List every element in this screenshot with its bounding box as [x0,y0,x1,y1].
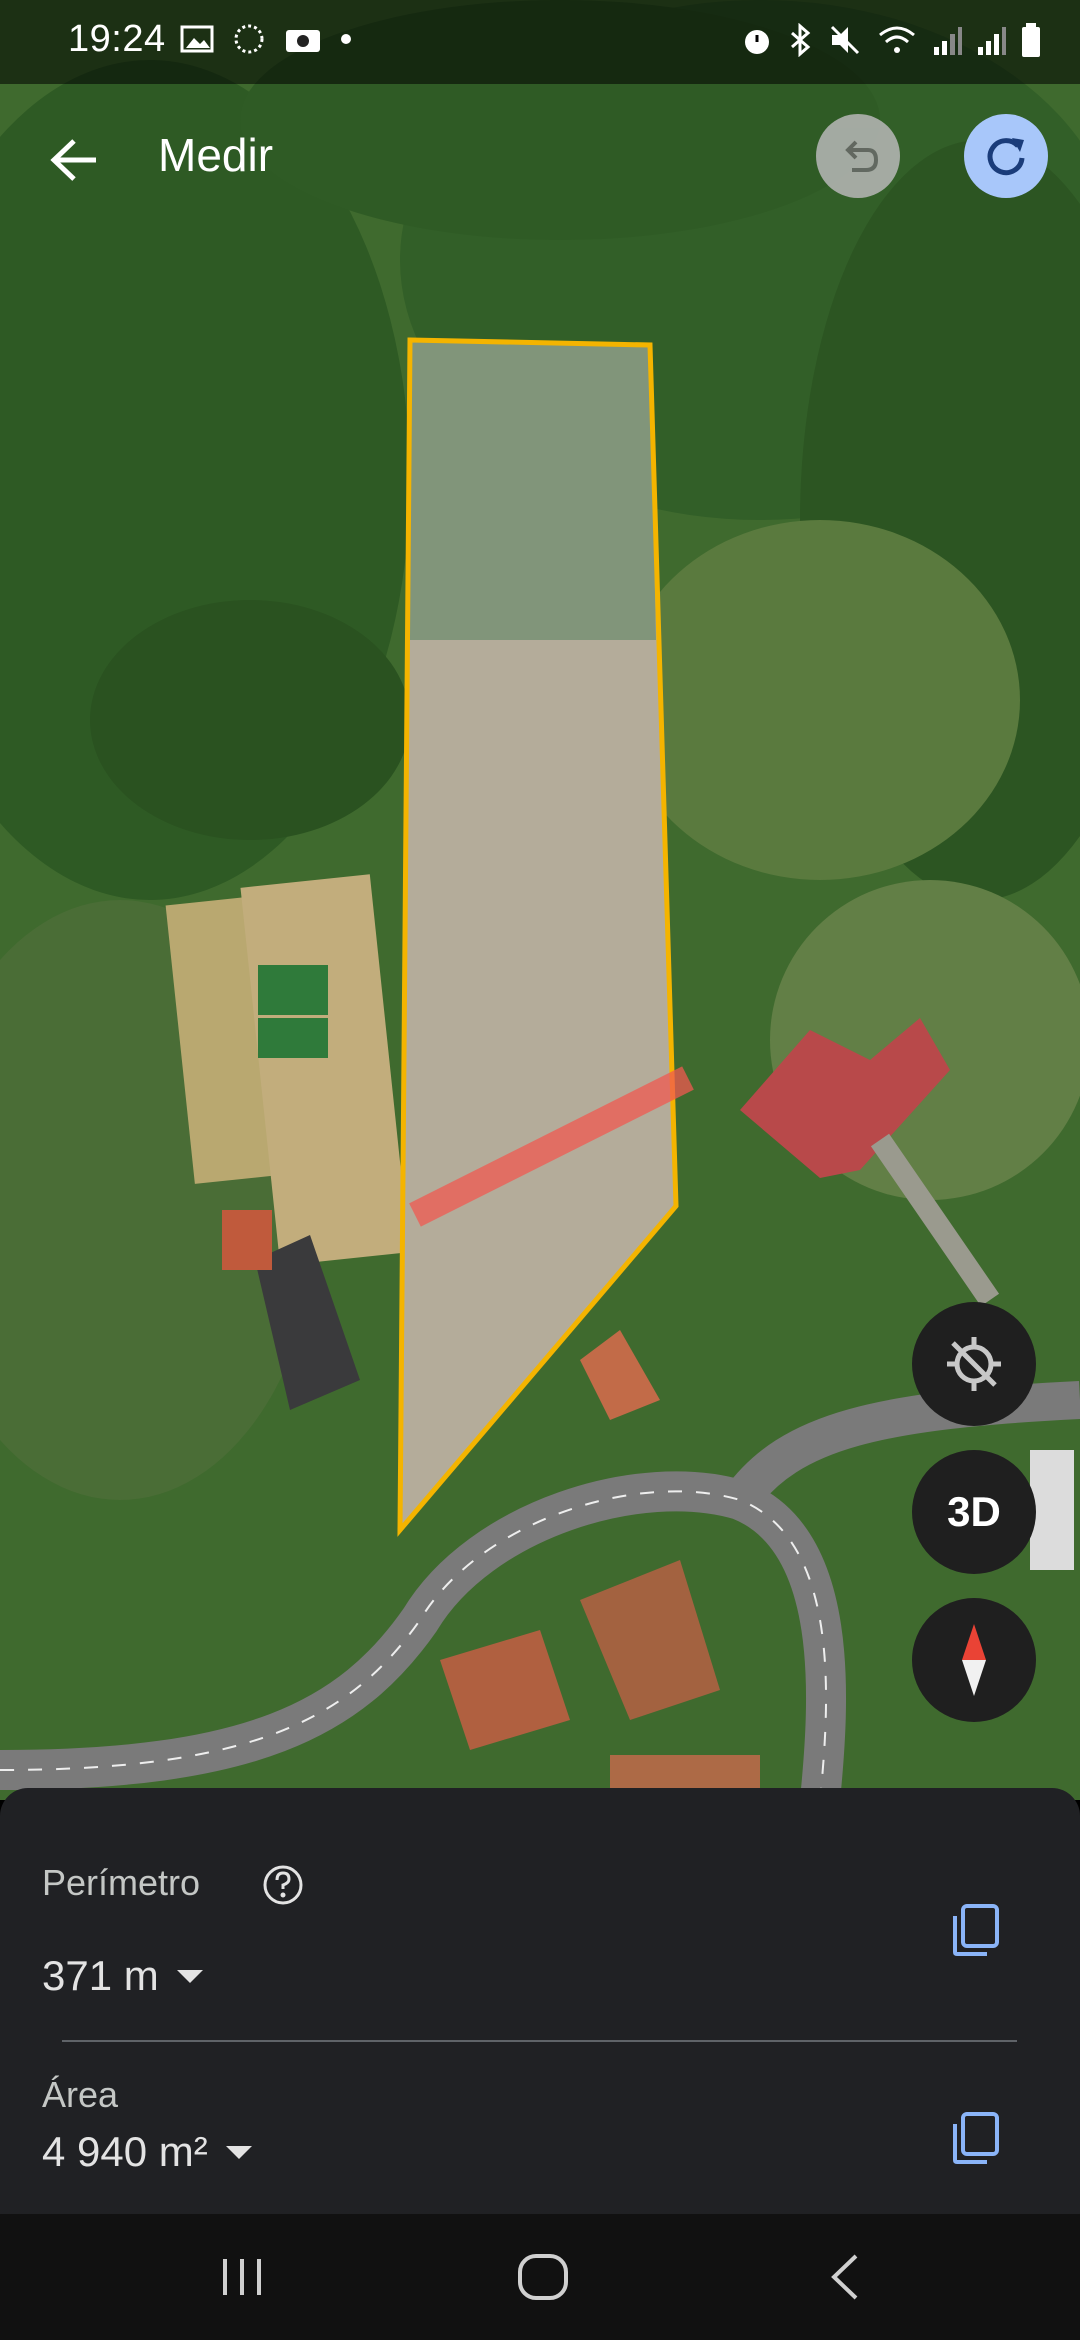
divider [62,2040,1017,2042]
undo-icon [845,140,879,172]
compass-icon [962,1624,986,1696]
back-button[interactable] [40,126,108,194]
area-value: 4 940 m² [42,2128,208,2175]
top-app-bar: Medir [0,84,1080,234]
view-3d-button[interactable]: 3D [912,1450,1036,1574]
location-off-icon [947,1337,1001,1391]
copy-icon [953,1904,999,1956]
status-time: 19:24 [68,18,166,60]
recents-button[interactable] [202,2244,282,2310]
perimeter-value-selector[interactable]: 371 m [42,1952,203,2000]
status-bar: 19:24 [0,0,1080,84]
nav-back-button[interactable] [806,2244,886,2310]
dot-icon [341,34,351,44]
copy-icon [953,2112,999,2164]
help-icon[interactable] [262,1864,304,1906]
page-title: Medir [158,129,274,181]
location-button[interactable] [912,1302,1036,1426]
mute-icon [830,25,860,55]
compass-button[interactable] [912,1598,1036,1722]
home-icon [518,2254,568,2300]
copy-perimeter-button[interactable] [943,1898,1007,1962]
loading-icon [234,24,264,54]
gallery-icon [180,25,214,53]
area-value-selector[interactable]: 4 940 m² [42,2128,252,2176]
wifi-icon [879,26,915,53]
copy-area-button[interactable] [943,2106,1007,2170]
signal-icon [978,27,1006,55]
area-label: Área [42,2074,119,2115]
perimeter-value: 371 m [42,1952,159,1999]
arrow-left-icon [50,139,96,181]
status-notification-icons [180,22,352,56]
home-button[interactable] [503,2244,583,2310]
bluetooth-icon [791,23,811,57]
undo-button[interactable] [816,114,900,198]
system-navigation-bar [0,2214,1080,2340]
recents-icon [223,2259,261,2295]
battery-icon [1022,23,1040,57]
perimeter-label: Perímetro [42,1862,201,1903]
camera-icon [286,30,320,52]
alarm-icon [745,30,769,54]
caret-down-icon [225,2145,252,2159]
measurement-sheet: Perímetro 371 m Área 4 940 m² [0,1788,1080,2214]
status-system-icons [740,22,1042,58]
redo-button[interactable] [964,114,1048,198]
nav-back-icon [831,2254,858,2300]
signal-icon [934,27,962,55]
caret-down-icon [176,1969,203,1983]
redo-icon [987,138,1025,176]
